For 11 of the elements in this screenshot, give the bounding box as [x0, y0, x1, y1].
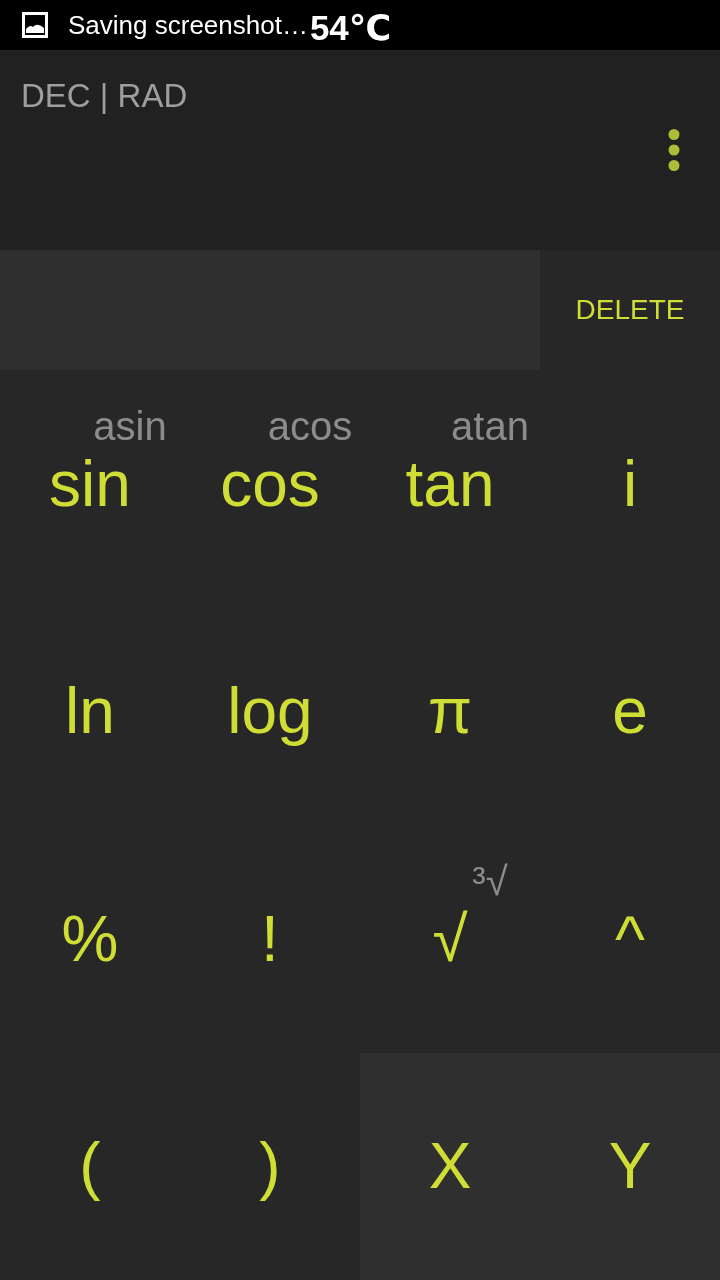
- mode-indicator: DEC | RAD: [21, 79, 188, 112]
- temperature-text: 54℃: [309, 9, 392, 45]
- secondary-label: ³√: [472, 861, 508, 901]
- key-button[interactable]: X: [360, 1052, 540, 1280]
- secondary-label: asin: [93, 406, 167, 446]
- image-icon: [22, 12, 48, 38]
- more-options-icon[interactable]: [668, 129, 680, 171]
- secondary-label: atan: [451, 406, 529, 446]
- notification-text: Saving screenshot…: [68, 12, 308, 38]
- secondary-label: acos: [267, 406, 353, 446]
- key-button[interactable]: Y: [540, 1052, 720, 1280]
